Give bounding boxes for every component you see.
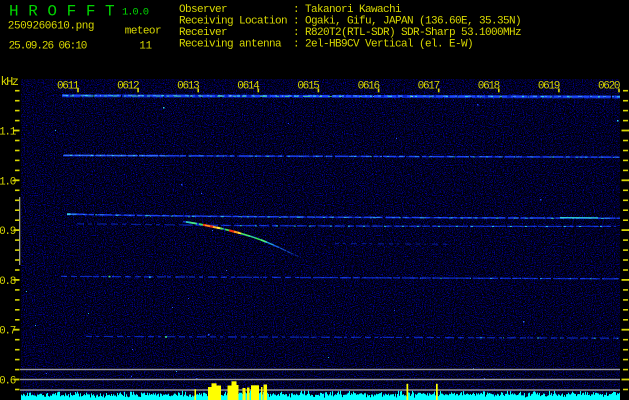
svg-text:0616: 0616 — [358, 80, 380, 92]
svg-text:1.0: 1.0 — [0, 176, 16, 188]
svg-text:0.9: 0.9 — [0, 226, 16, 238]
svg-text:0611: 0611 — [57, 80, 80, 92]
svg-text:25.09.26 06:10: 25.09.26 06:10 — [9, 41, 87, 53]
svg-text:11: 11 — [139, 41, 152, 53]
svg-text:1.1: 1.1 — [0, 127, 17, 139]
svg-text:0.8: 0.8 — [0, 276, 16, 288]
svg-text:0.7: 0.7 — [0, 326, 16, 338]
svg-text:0620: 0620 — [598, 80, 620, 92]
svg-text:0612: 0612 — [117, 80, 139, 92]
svg-text:0617: 0617 — [418, 80, 440, 92]
svg-text:0613: 0613 — [177, 80, 199, 92]
svg-text:H R O F F T: H R O F F T — [9, 2, 115, 20]
svg-text:Receiving antenna : 2el-HB9CV: Receiving antenna : 2el-HB9CV Vertical (… — [179, 39, 473, 51]
svg-text:0.6: 0.6 — [0, 376, 16, 388]
svg-text:0618: 0618 — [478, 80, 500, 92]
svg-text:1.0.0: 1.0.0 — [122, 6, 149, 18]
svg-text:0614: 0614 — [237, 80, 260, 92]
svg-text:2509260610.png: 2509260610.png — [8, 21, 94, 33]
svg-text:0619: 0619 — [538, 80, 560, 92]
svg-text:meteor: meteor — [125, 26, 161, 38]
svg-text:Observer : Takanori: Observer : Takanori Kawachi — [179, 4, 402, 16]
svg-text:Receiving Location : Ogaki, Gi: Receiving Location : Ogaki, Gifu, JAPAN … — [179, 16, 521, 28]
svg-text:kHz: kHz — [1, 75, 19, 89]
svg-text:Receiver : R820T2(RT: Receiver : R820T2(RTL-SDR) SDR-Sharp 53.… — [179, 27, 521, 39]
svg-text:0615: 0615 — [297, 80, 319, 92]
